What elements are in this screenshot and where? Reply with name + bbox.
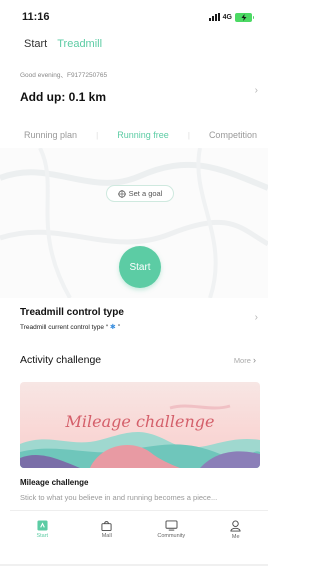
nav-community-label: Community — [157, 533, 186, 539]
tab-start[interactable]: Start — [24, 38, 47, 50]
nav-start-label: Start — [36, 533, 49, 539]
nav-me-label: Me — [231, 533, 240, 540]
add-up-distance[interactable]: Add up: 0.1 km — [20, 90, 106, 104]
tab-running-free[interactable]: Running free — [117, 130, 169, 140]
chevron-right-icon[interactable]: › — [255, 312, 258, 323]
more-link[interactable]: More › — [234, 355, 256, 365]
mileage-challenge-title: Mileage challenge — [20, 478, 89, 487]
greeting-text: Good evening、F9177250765 — [20, 72, 108, 79]
top-tabs: Start Treadmill — [24, 38, 102, 50]
start-icon — [37, 520, 48, 531]
network-type: 4G — [222, 13, 232, 21]
run-mode-tabs: Running plan | Running free | Competitio… — [0, 130, 268, 140]
monitor-icon — [165, 520, 178, 531]
nav-mall-label: Mall — [101, 533, 112, 539]
treadmill-control-title[interactable]: Treadmill control type — [20, 307, 124, 318]
status-indicators: 4G — [208, 12, 254, 22]
nav-community[interactable]: Community — [141, 520, 201, 539]
banner-title: Mileage challenge — [65, 412, 215, 431]
battery-icon — [235, 12, 254, 22]
mileage-challenge-description: Stick to what you believe in and running… — [20, 493, 218, 502]
treadmill-subtitle-prefix: Treadmill current control type “ — [20, 323, 108, 331]
person-icon — [230, 519, 241, 531]
start-button[interactable]: Start — [119, 246, 161, 288]
app-screen: 11:16 4G Start Treadmill Good evening、F9… — [0, 0, 268, 566]
treadmill-control-subtitle: Treadmill current control type “ ✱ ” — [20, 323, 120, 332]
bag-icon — [101, 521, 112, 531]
nav-me[interactable]: Me — [206, 519, 266, 540]
status-time: 11:16 — [22, 11, 50, 23]
more-label: More — [233, 356, 251, 365]
signal-icon — [208, 13, 220, 21]
set-goal-label: Set a goal — [128, 189, 163, 198]
nav-mall[interactable]: Mall — [77, 520, 137, 539]
bluetooth-icon: ✱ — [109, 324, 116, 331]
set-goal-button[interactable]: Set a goal — [106, 185, 174, 202]
chevron-right-icon: › — [253, 355, 256, 365]
tab-divider: | — [96, 130, 99, 140]
target-icon — [117, 189, 126, 198]
tab-competition[interactable]: Competition — [209, 130, 257, 140]
nav-start[interactable]: Start — [12, 520, 72, 539]
tab-treadmill[interactable]: Treadmill — [57, 38, 102, 50]
bottom-nav: Start Mall Community Me — [10, 510, 268, 548]
treadmill-subtitle-suffix: ” — [117, 323, 120, 331]
tab-running-plan[interactable]: Running plan — [24, 130, 77, 140]
mileage-challenge-banner[interactable]: Mileage challenge — [20, 382, 260, 468]
activity-challenge-title: Activity challenge — [20, 354, 102, 366]
status-bar: 11:16 4G — [0, 0, 268, 34]
tab-divider: | — [187, 130, 190, 140]
chevron-right-icon[interactable]: › — [255, 85, 258, 96]
